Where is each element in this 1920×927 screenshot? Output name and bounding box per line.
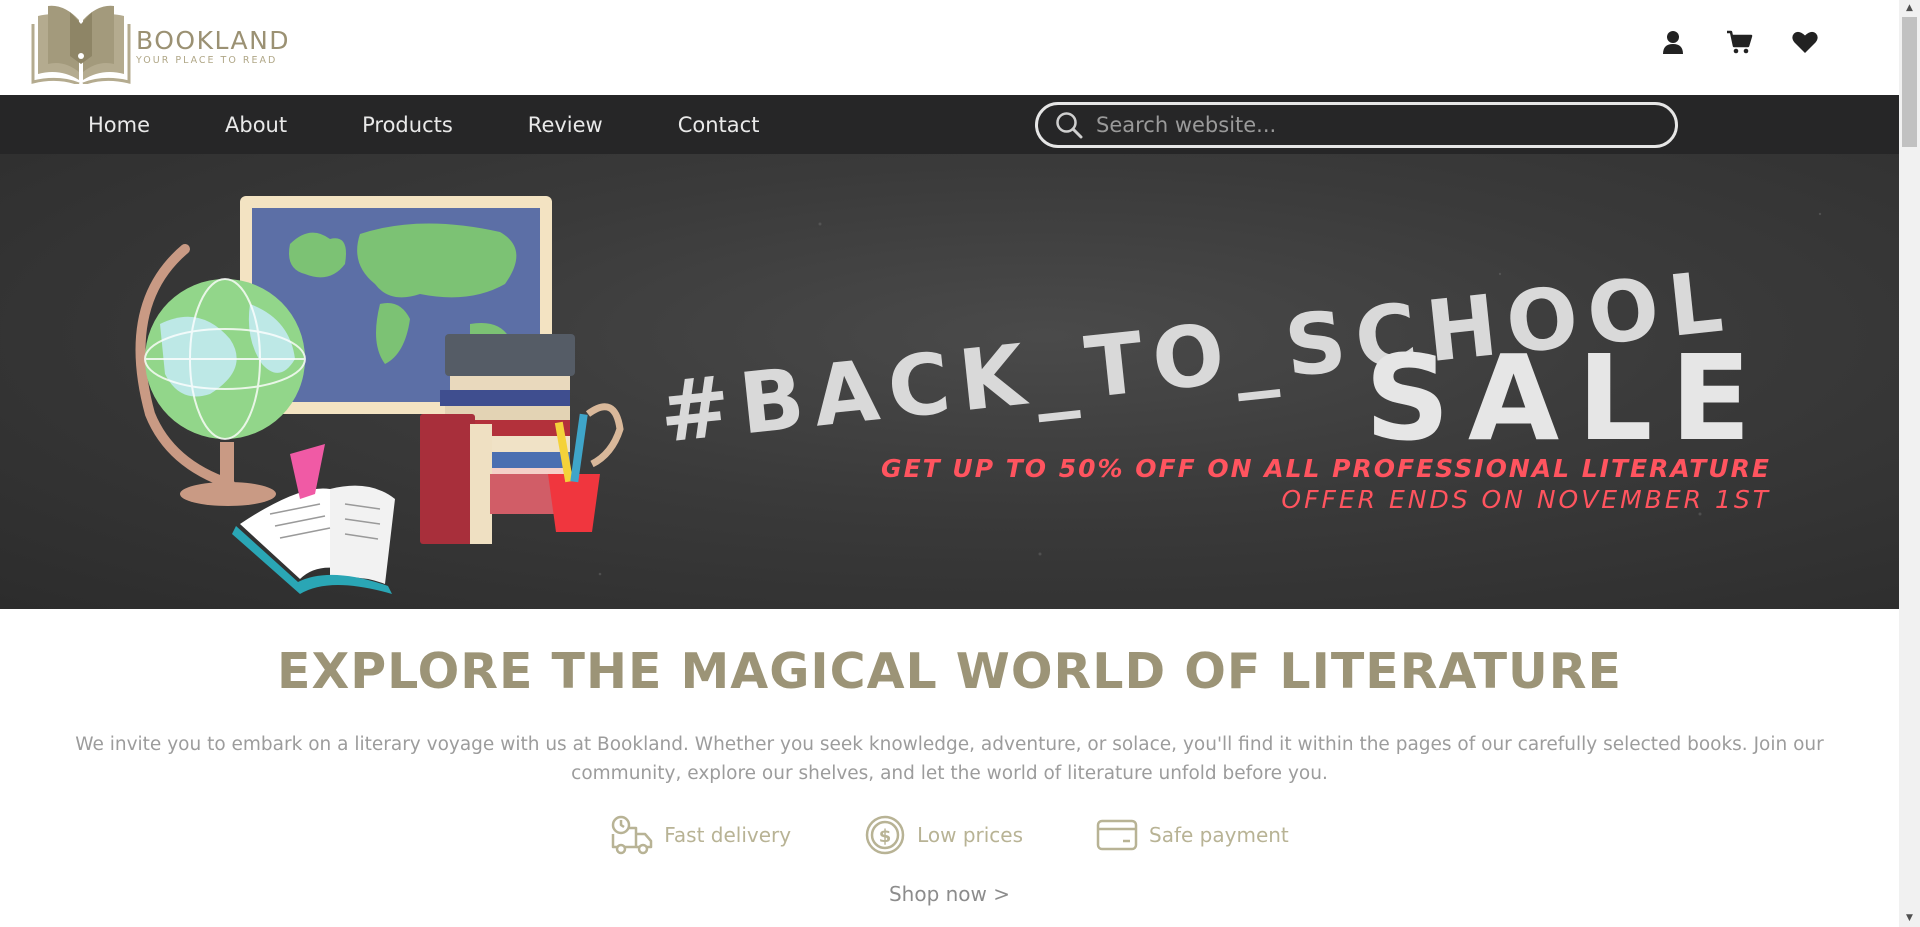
main-nav: Home About Products Review Contact: [0, 95, 1899, 154]
scroll-up-arrow-icon[interactable]: ▲: [1899, 0, 1920, 17]
user-icon[interactable]: [1659, 28, 1687, 56]
nav-review[interactable]: Review: [528, 113, 603, 137]
shop-now-link[interactable]: Shop now >: [889, 882, 1010, 906]
feature-low-prices: $ Low prices: [863, 814, 1023, 856]
cart-icon[interactable]: [1725, 28, 1753, 56]
promo-deadline-text: OFFER ENDS ON NOVEMBER 1ST: [1281, 485, 1771, 514]
scrollbar-thumb[interactable]: [1902, 17, 1917, 147]
intro-paragraph: We invite you to embark on a literary vo…: [75, 734, 1824, 784]
search-input[interactable]: [1096, 113, 1616, 137]
search-icon: [1056, 112, 1083, 139]
nav-about[interactable]: About: [225, 113, 287, 137]
delivery-truck-icon: [611, 815, 653, 855]
search-box[interactable]: [1035, 102, 1678, 148]
feature-label: Low prices: [917, 823, 1024, 847]
page-scrollbar[interactable]: ▲ ▼: [1899, 0, 1920, 927]
heart-icon[interactable]: [1791, 28, 1819, 56]
feature-list: Fast delivery $ Low prices Safe payment: [0, 814, 1899, 856]
banner-promo: GET UP TO 50% OFF ON ALL PROFESSIONAL LI…: [881, 454, 1771, 514]
nav-home[interactable]: Home: [88, 113, 150, 137]
promo-banner[interactable]: #BACK_TO_SCHOOL SALE GET UP TO 50% OFF O…: [0, 154, 1899, 609]
nav-contact[interactable]: Contact: [678, 113, 760, 137]
nav-products[interactable]: Products: [362, 113, 453, 137]
coin-dollar-icon: $: [865, 815, 905, 855]
svg-text:$: $: [879, 826, 892, 847]
logo[interactable]: BOOKLAND YOUR PLACE TO READ: [30, 2, 290, 84]
page: BOOKLAND YOUR PLACE TO READ Home About P…: [0, 0, 1899, 927]
scroll-down-arrow-icon[interactable]: ▼: [1899, 910, 1920, 927]
feature-safe-payment: Safe payment: [1095, 814, 1289, 856]
main-content: EXPLORE THE MAGICAL WORLD OF LITERATURE …: [0, 643, 1899, 906]
credit-card-icon: [1096, 819, 1138, 851]
page-headline: EXPLORE THE MAGICAL WORLD OF LITERATURE: [276, 643, 1622, 700]
brand-tagline: YOUR PLACE TO READ: [136, 54, 278, 66]
banner-sale: SALE: [1364, 329, 1769, 467]
promo-discount-text: GET UP TO 50% OFF ON ALL PROFESSIONAL LI…: [881, 454, 1771, 483]
feature-label: Safe payment: [1149, 823, 1289, 847]
feature-fast-delivery: Fast delivery: [610, 814, 791, 856]
top-header: BOOKLAND YOUR PLACE TO READ: [0, 0, 1899, 95]
book-logo-icon: [31, 5, 131, 84]
brand-name: BOOKLAND: [136, 25, 291, 55]
feature-label: Fast delivery: [664, 823, 792, 847]
header-actions: [1659, 28, 1819, 56]
